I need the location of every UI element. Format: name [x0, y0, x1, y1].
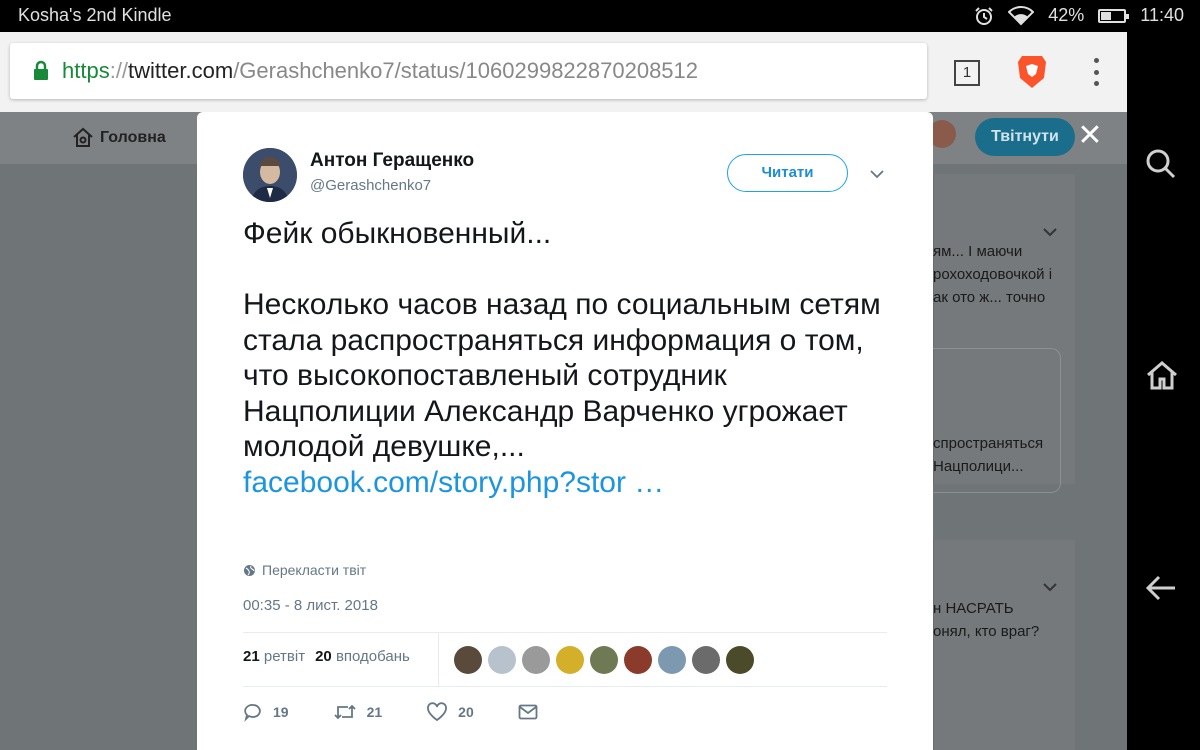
- tablet-screen: Kosha's 2nd Kindle 42% 11:40 https://twi…: [0, 0, 1200, 750]
- compose-tweet-button[interactable]: Твітнути: [975, 118, 1075, 156]
- divider: [438, 632, 439, 686]
- home-nav-icon: [73, 127, 93, 147]
- reply-icon: [244, 704, 261, 722]
- retweet-button[interactable]: 21: [333, 702, 383, 722]
- translate-label: Перекласти твіт: [262, 562, 367, 578]
- liker-avatars: [454, 646, 754, 674]
- alarm-icon: [975, 6, 993, 25]
- status-bar: Kosha's 2nd Kindle 42% 11:40: [0, 0, 1200, 32]
- liker-avatar[interactable]: [556, 646, 584, 674]
- liker-avatar[interactable]: [726, 646, 754, 674]
- tabs-button[interactable]: 1: [954, 60, 980, 86]
- divider: [243, 686, 887, 687]
- tweet-stats: 21 ретвіт 20 вподобань: [243, 648, 410, 665]
- url-path: /Gerashchenko7/status/106029982287020851…: [233, 58, 699, 83]
- liker-avatar[interactable]: [658, 646, 686, 674]
- browser-toolbar: https://twitter.com/Gerashchenko7/status…: [0, 32, 1127, 112]
- liker-avatar[interactable]: [624, 646, 652, 674]
- battery-icon: [1098, 8, 1130, 23]
- close-modal-button[interactable]: ✕: [1076, 121, 1104, 151]
- likes-stat[interactable]: 20 вподобань: [315, 648, 410, 665]
- tweet-body: Фейк обыкновенный... Несколько часов наз…: [243, 217, 881, 463]
- globe-icon: [244, 564, 255, 576]
- heart-icon: [427, 702, 448, 722]
- chevron-down-icon[interactable]: [870, 167, 884, 181]
- wifi-icon: [1008, 5, 1035, 25]
- background-tweet-card: [933, 540, 1075, 750]
- lock-icon: [34, 60, 48, 80]
- liker-avatar[interactable]: [590, 646, 618, 674]
- tweet-text: Фейк обыкновенный... Несколько часов наз…: [243, 216, 893, 500]
- battery-percent: 42%: [1048, 5, 1085, 25]
- chevron-down-icon[interactable]: [1042, 227, 1058, 237]
- liker-avatar[interactable]: [454, 646, 482, 674]
- like-count: 20: [458, 704, 474, 720]
- reply-button[interactable]: 19: [243, 702, 289, 722]
- tweet-timestamp[interactable]: 00:35 - 8 лист. 2018: [243, 597, 378, 614]
- liker-avatar[interactable]: [522, 646, 550, 674]
- chevron-down-icon[interactable]: [1042, 582, 1058, 592]
- follow-button[interactable]: Читати: [727, 154, 848, 192]
- tweet-modal: Антон Геращенко @Gerashchenko7 Читати Фе…: [197, 112, 933, 750]
- brave-lion-icon[interactable]: [1016, 54, 1048, 90]
- author-avatar[interactable]: [243, 148, 297, 202]
- tweet-actions: 19 21 20: [243, 702, 582, 722]
- translate-tweet[interactable]: Перекласти твіт: [243, 562, 366, 578]
- retweets-stat[interactable]: 21 ретвіт: [243, 648, 305, 665]
- direct-message-button[interactable]: [518, 704, 538, 720]
- background-tweet-text: ям... І маючи рохоходовочкой і ак ото ж.…: [933, 243, 1053, 306]
- background-quoted-text: спространяться Нацполици...: [933, 435, 1044, 475]
- author-name[interactable]: Антон Геращенко: [310, 150, 474, 172]
- home-icon[interactable]: [1145, 360, 1179, 390]
- like-button[interactable]: 20: [426, 702, 474, 722]
- reply-count: 19: [273, 704, 289, 720]
- url-scheme: https: [62, 58, 110, 83]
- author-handle[interactable]: @Gerashchenko7: [310, 177, 431, 194]
- retweet-count: 21: [366, 704, 383, 720]
- search-icon[interactable]: [1145, 148, 1177, 180]
- overflow-menu-icon[interactable]: [1086, 56, 1106, 88]
- navigation-bar: [1127, 32, 1200, 750]
- url-separator: ://: [109, 58, 129, 83]
- tweet-link[interactable]: facebook.com/story.php?stor …: [243, 466, 664, 499]
- liker-avatar[interactable]: [692, 646, 720, 674]
- clock: 11:40: [1140, 5, 1184, 25]
- home-nav-label: Головна: [100, 129, 166, 146]
- url-bar[interactable]: https://twitter.com/Gerashchenko7/status…: [10, 43, 927, 99]
- liker-avatar[interactable]: [488, 646, 516, 674]
- status-icons: 42% 11:40: [974, 5, 1184, 26]
- url-host: twitter.com: [128, 58, 234, 83]
- retweet-icon: [333, 704, 356, 720]
- home-nav-item[interactable]: Головна: [72, 127, 166, 149]
- envelope-icon: [518, 704, 538, 720]
- device-name: Kosha's 2nd Kindle: [18, 5, 172, 25]
- background-tweet-text: н НАСРАТЬ онял, кто враг?: [933, 600, 1040, 640]
- divider: [243, 632, 887, 633]
- back-icon[interactable]: [1145, 574, 1177, 602]
